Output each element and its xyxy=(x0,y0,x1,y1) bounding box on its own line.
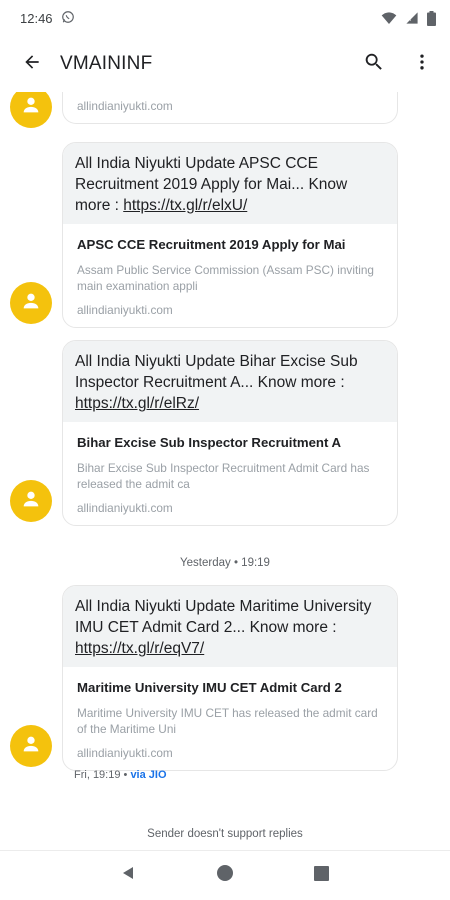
nav-recents-icon xyxy=(314,865,330,886)
message-bubble[interactable]: All India Niyukti Update APSC CCE Recrui… xyxy=(62,142,398,328)
link-preview-description: Bihar Excise Sub Inspector Recruitment A… xyxy=(77,461,370,491)
link-preview-description: Maritime University IMU CET has released… xyxy=(77,706,378,736)
link-preview-domain: allindianiyukti.com xyxy=(77,99,173,113)
link-preview-domain: allindianiyukti.com xyxy=(77,746,173,760)
more-options-button[interactable] xyxy=(398,40,446,88)
message-bubble[interactable]: All India Niyukti Update Maritime Univer… xyxy=(62,585,398,771)
status-right: ! xyxy=(381,10,436,26)
date-divider: Yesterday • 19:19 xyxy=(180,557,270,569)
link-preview-card[interactable]: Maritime University IMU CET Admit Card 2… xyxy=(63,667,397,770)
message-link[interactable]: https://tx.gl/r/elxU/ xyxy=(123,197,247,214)
battery-icon xyxy=(427,10,436,26)
link-preview-title: Maritime University IMU CET Admit Card 2 xyxy=(77,680,342,695)
app-bar: VMAININF xyxy=(0,36,450,92)
message-carrier: via JIO xyxy=(130,769,167,781)
back-button[interactable] xyxy=(8,40,56,88)
status-time: 12:46 xyxy=(20,10,53,26)
link-preview-card[interactable]: Bihar Excise Sub Inspector Recruitment A… xyxy=(63,422,397,525)
sender-avatar[interactable] xyxy=(10,480,52,522)
search-icon xyxy=(363,51,385,78)
message-bubble[interactable]: allindianiyukti.com xyxy=(62,92,398,124)
status-left: 12:46 xyxy=(20,10,75,27)
sender-avatar[interactable] xyxy=(10,92,52,128)
conversation-title: VMAININF xyxy=(60,53,153,74)
whatsapp-icon xyxy=(61,10,75,27)
search-button[interactable] xyxy=(350,40,398,88)
sender-avatar[interactable] xyxy=(10,725,52,767)
message-text: All India Niyukti Update APSC CCE Recrui… xyxy=(63,143,397,224)
nav-back-icon xyxy=(120,865,136,886)
svg-text:!: ! xyxy=(409,16,412,23)
message-timestamp: Fri, 19:19 • xyxy=(74,769,131,781)
message-body: All India Niyukti Update Bihar Excise Su… xyxy=(75,353,358,391)
navigation-bar xyxy=(0,850,450,900)
message-body: All India Niyukti Update Maritime Univer… xyxy=(75,598,372,636)
status-bar: 12:46 ! xyxy=(0,0,450,36)
sender-avatar[interactable] xyxy=(10,282,52,324)
message-bubble[interactable]: All India Niyukti Update Bihar Excise Su… xyxy=(62,340,398,526)
link-preview-card[interactable]: APSC CCE Recruitment 2019 Apply for Mai … xyxy=(63,224,397,327)
message-text: All India Niyukti Update Maritime Univer… xyxy=(63,586,397,667)
wifi-icon xyxy=(381,11,397,25)
person-icon xyxy=(20,290,42,317)
link-preview-title: APSC CCE Recruitment 2019 Apply for Mai xyxy=(77,237,346,252)
person-icon xyxy=(20,488,42,515)
reply-unsupported-note: Sender doesn't support replies xyxy=(147,828,303,840)
nav-back-button[interactable] xyxy=(108,856,148,896)
message-text: All India Niyukti Update Bihar Excise Su… xyxy=(63,341,397,422)
nav-recents-button[interactable] xyxy=(302,856,342,896)
signal-icon: ! xyxy=(405,11,419,25)
message-link[interactable]: https://tx.gl/r/elRz/ xyxy=(75,395,199,412)
message-list[interactable]: allindianiyukti.com All India Niyukti Up… xyxy=(0,92,450,852)
more-vert-icon xyxy=(412,52,432,77)
link-preview-title: Bihar Excise Sub Inspector Recruitment A xyxy=(77,435,342,450)
person-icon xyxy=(20,733,42,760)
nav-home-icon xyxy=(216,864,234,887)
link-preview-domain: allindianiyukti.com xyxy=(77,501,173,515)
message-meta: Fri, 19:19 • via JIO xyxy=(74,769,167,781)
back-arrow-icon xyxy=(22,52,42,77)
link-preview-domain: allindianiyukti.com xyxy=(77,303,173,317)
message-link[interactable]: https://tx.gl/r/eqV7/ xyxy=(75,640,204,657)
person-icon xyxy=(20,94,42,121)
nav-home-button[interactable] xyxy=(205,856,245,896)
link-preview-description: Assam Public Service Commission (Assam P… xyxy=(77,263,374,293)
